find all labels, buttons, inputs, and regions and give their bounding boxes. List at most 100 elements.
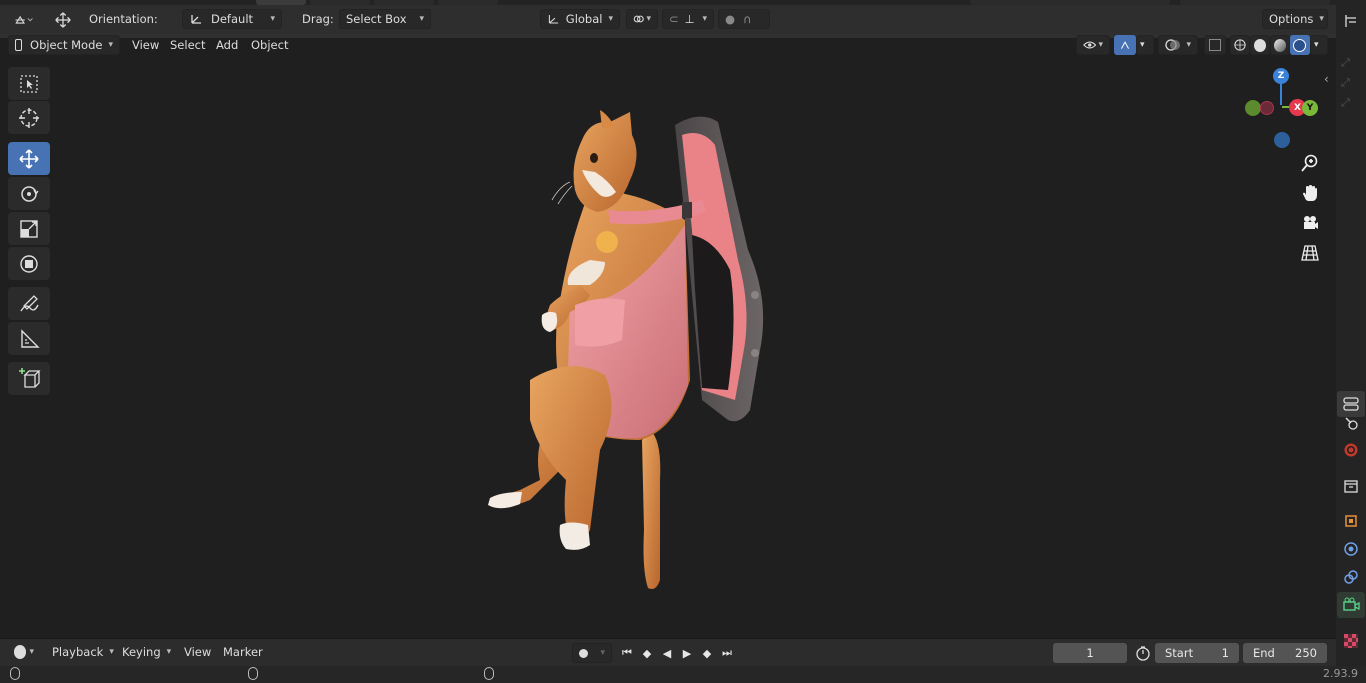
constraint-properties-tab[interactable] [1337, 564, 1365, 590]
data-properties-tab[interactable] [1337, 592, 1365, 618]
overlays-dropdown[interactable]: ▾ [1158, 35, 1198, 55]
pan-hand-icon[interactable] [1295, 180, 1325, 206]
xray-toggle-button[interactable] [1204, 35, 1226, 55]
timeline-editor-type-button[interactable]: ▾ [8, 642, 40, 662]
end-frame-field[interactable]: End 250 [1243, 643, 1327, 663]
zoom-icon[interactable] [1295, 150, 1325, 176]
chevron-down-icon: ▾ [1314, 40, 1319, 50]
cat-tail [642, 430, 661, 589]
clock-icon [14, 645, 27, 659]
scale-tool[interactable] [8, 212, 50, 245]
orientation-dropdown[interactable]: Default ▾ [182, 9, 282, 29]
hidden-tab-icon[interactable]: ⤢ [1341, 96, 1350, 110]
visibility-dropdown[interactable]: ▾ [1076, 35, 1110, 55]
rotate-icon [21, 185, 39, 202]
select-box-tool[interactable] [8, 67, 50, 100]
add-cube-tool[interactable] [8, 362, 50, 395]
chevron-down-icon: ▾ [646, 14, 651, 24]
jump-to-end-icon[interactable]: ⏭ [718, 644, 736, 662]
gizmo-toggle-button[interactable] [1114, 35, 1136, 55]
keying-menu[interactable]: Keying ▾ [116, 642, 177, 662]
object-menu[interactable]: Object [245, 35, 294, 55]
gizmo-neg-x-axis[interactable] [1260, 101, 1274, 115]
proportional-edit-icon: ● [725, 12, 736, 26]
hidden-tab-icon[interactable]: ⤢ [1341, 56, 1350, 70]
jump-to-keyframe-back-icon[interactable]: ◆ [638, 644, 656, 662]
gizmo-icon [1120, 41, 1130, 49]
playback-menu[interactable]: Playback ▾ [46, 642, 120, 662]
snap-dropdown[interactable]: ⊂ ⊥ ▾ [662, 9, 714, 29]
sidebar-toggle-icon[interactable]: ‹ [1324, 72, 1329, 86]
strap-buckle [682, 202, 692, 218]
jump-to-keyframe-forward-icon[interactable]: ◆ [698, 644, 716, 662]
move-tool[interactable] [8, 142, 50, 175]
render-properties-tab[interactable] [1337, 410, 1365, 436]
cat-in-pet-carrier-model[interactable] [470, 100, 790, 600]
orientation-label: Orientation: [89, 12, 158, 26]
texture-properties-tab[interactable] [1337, 628, 1365, 654]
editor-type-button[interactable] [8, 10, 40, 30]
wireframe-shading-button[interactable] [1230, 35, 1250, 55]
snap-increment-icon: ⊥ [684, 12, 695, 26]
drag-dropdown[interactable]: Select Box ▾ [339, 9, 431, 29]
hidden-tab-icon[interactable]: ⤢ [1341, 76, 1350, 90]
object-properties-tab[interactable] [1337, 508, 1365, 534]
chevron-down-icon: ▾ [608, 14, 613, 24]
cat-eye [590, 153, 598, 163]
orientation-icon [191, 15, 201, 24]
camera-view-icon[interactable] [1295, 210, 1325, 236]
gizmo-neg-z-axis[interactable] [1274, 132, 1290, 148]
chevron-down-icon: ▾ [1186, 40, 1191, 50]
gizmo-z-axis-line [1280, 83, 1282, 105]
solid-shading-button[interactable] [1250, 35, 1270, 55]
pivot-point-dropdown[interactable]: ▾ [626, 9, 658, 29]
falloff-icon: ∩ [743, 12, 752, 26]
play-reverse-icon[interactable]: ◀ [658, 644, 676, 662]
marker-menu[interactable]: Marker [217, 642, 269, 662]
physics-icon [1344, 542, 1358, 556]
stopwatch-icon[interactable] [1134, 644, 1152, 662]
options-dropdown[interactable]: Options ▾ [1262, 9, 1328, 29]
gizmo-neg-y-axis[interactable] [1245, 100, 1261, 116]
rendered-shading-button[interactable] [1290, 35, 1310, 55]
cursor-icon [19, 107, 39, 128]
collection-properties-tab[interactable] [1337, 473, 1365, 499]
current-frame-field[interactable]: 1 [1053, 643, 1127, 663]
cat-ear [600, 110, 616, 130]
gizmo-z-axis[interactable]: Z [1273, 68, 1289, 84]
wireframe-icon [1234, 39, 1246, 51]
play-icon[interactable]: ▶ [678, 644, 696, 662]
add-menu[interactable]: Add [210, 35, 244, 55]
cursor-tool[interactable] [8, 101, 50, 134]
gizmo-dropdown[interactable]: ▾ [1136, 35, 1154, 55]
select-menu[interactable]: Select [164, 35, 211, 55]
auto-keying-toggle[interactable]: ▾ [572, 643, 612, 663]
object-mode-dropdown[interactable]: Object Mode ▾ [8, 35, 120, 55]
add-cube-icon [19, 367, 41, 388]
perspective-grid-icon[interactable] [1295, 240, 1325, 266]
start-frame-field[interactable]: Start 1 [1155, 643, 1239, 663]
drag-label: Drag: [302, 12, 334, 26]
gizmo-y-axis[interactable]: Y [1302, 100, 1318, 116]
cat-paw [559, 522, 590, 550]
transform-tool[interactable] [8, 247, 50, 280]
view-menu[interactable]: View [126, 35, 165, 55]
chevron-down-icon: ▾ [166, 647, 172, 657]
chevron-down-icon: ▾ [1098, 40, 1103, 50]
overlays-icon [1165, 39, 1180, 51]
timeline-view-menu[interactable]: View [178, 642, 217, 662]
rotate-tool[interactable] [8, 177, 50, 210]
physics-properties-tab[interactable] [1337, 536, 1365, 562]
jump-to-start-icon[interactable]: ⏮ [618, 644, 636, 662]
outliner-icon[interactable] [1337, 8, 1365, 34]
record-icon [579, 648, 588, 658]
transform-orientation-dropdown[interactable]: Global ▾ [540, 9, 620, 29]
material-shading-button[interactable] [1270, 35, 1290, 55]
proportional-edit-dropdown[interactable]: ● ∩ [718, 9, 770, 29]
move-tool-icon [48, 10, 78, 30]
magnet-icon: ⊂ [669, 12, 679, 26]
annotate-tool[interactable] [8, 287, 50, 320]
measure-tool[interactable] [8, 322, 50, 355]
world-properties-tab[interactable] [1337, 437, 1365, 463]
shading-options-dropdown[interactable]: ▾ [1310, 35, 1328, 55]
